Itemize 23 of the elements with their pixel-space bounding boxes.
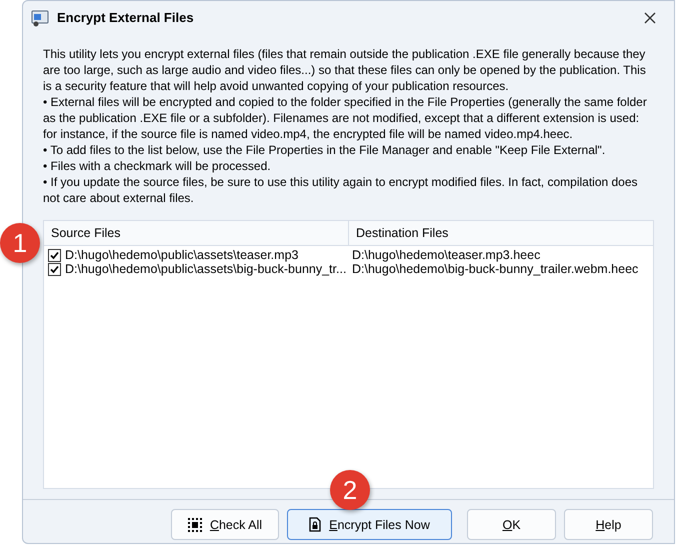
description-text: • If you update the source files, be sure to use this utility again to encrypt modified files. In fact, compilation does not care about external files. (43, 174, 639, 206)
destination-path: D:\hugo\hedemo\big-buck-bunny_trailer.webm.heec (351, 262, 640, 276)
checkbox[interactable] (48, 262, 61, 276)
description-text: • External files will be encrypted and copied to the folder specified in the File Properties (generally the same folder as the publication .EXE file or a subfolder). Filenames are not modified, except that a different extension is used: for instance, if the source file is named video.mp4, the encrypted file will be named video.mp4.heec. (43, 94, 648, 142)
dialog-button[interactable]: OK (467, 509, 556, 540)
description-text: • To add files to the list below, use the File Properties in the File Manager and enable "Keep File External". (43, 142, 606, 158)
dialog-button[interactable]: Check All (171, 509, 279, 540)
column-header[interactable]: Destination Files (349, 221, 653, 245)
description-text: This utility lets you encrypt external files (files that remain outside the publication .EXE file generally because they are too large, such as large audio and video files...) so that these files can only be opened by the publication. This is a security feature that will help avoid unwanted copying of your publication resources. (43, 46, 647, 94)
locked-file-icon (309, 517, 322, 532)
dialog-button[interactable]: Help (564, 509, 653, 540)
source-path: D:\hugo\hedemo\public\assets\teaser.mp3 (65, 248, 298, 262)
column-header[interactable]: Source Files (44, 221, 349, 245)
checkbox[interactable] (48, 248, 61, 262)
description-text: • Files with a checkmark will be processed. (43, 158, 272, 174)
destination-path: D:\hugo\hedemo\teaser.mp3.heec (351, 248, 542, 262)
source-path: D:\hugo\hedemo\public\assets\big-buck-bunny_tr... (65, 262, 346, 276)
app-icon (31, 8, 49, 26)
step-badge: 1 (0, 223, 40, 263)
close-icon (644, 12, 656, 24)
window-title: Encrypt External Files (57, 10, 195, 25)
dialog-button[interactable]: Encrypt Files Now (287, 509, 452, 540)
grid-icon (188, 518, 202, 532)
